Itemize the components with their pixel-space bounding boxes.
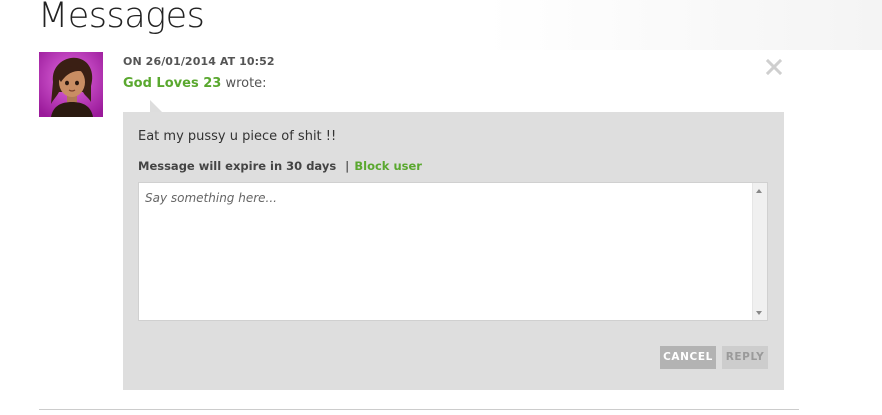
reply-button[interactable]: REPLY bbox=[722, 346, 768, 369]
block-user-link[interactable]: Block user bbox=[354, 159, 422, 173]
user-avatar-icon bbox=[39, 52, 103, 117]
message-author-line: God Loves 23 wrote: bbox=[123, 76, 267, 91]
reply-input[interactable] bbox=[139, 183, 745, 320]
avatar[interactable] bbox=[39, 52, 103, 117]
separator: | bbox=[345, 159, 350, 173]
page-title: Messages bbox=[38, 0, 205, 36]
reply-scrollbar[interactable] bbox=[752, 183, 767, 320]
message-expiry-line: Message will expire in 30 days | Block use… bbox=[138, 159, 422, 173]
cancel-button[interactable]: CANCEL bbox=[660, 346, 716, 369]
wrote-label: wrote: bbox=[225, 76, 267, 91]
scroll-down-icon[interactable] bbox=[756, 311, 762, 315]
message-body: Eat my pussy u piece of shit !! bbox=[138, 129, 337, 144]
reply-box bbox=[138, 182, 768, 321]
divider bbox=[39, 409, 799, 410]
message-panel: Eat my pussy u piece of shit !! Message … bbox=[123, 112, 784, 390]
message-date: ON 26/01/2014 AT 10:52 bbox=[123, 55, 275, 68]
author-link[interactable]: God Loves 23 bbox=[123, 76, 221, 91]
close-icon[interactable] bbox=[764, 54, 784, 78]
message-pointer bbox=[150, 100, 162, 112]
scroll-up-icon[interactable] bbox=[756, 189, 762, 193]
expiry-text: Message will expire in 30 days bbox=[138, 159, 337, 173]
